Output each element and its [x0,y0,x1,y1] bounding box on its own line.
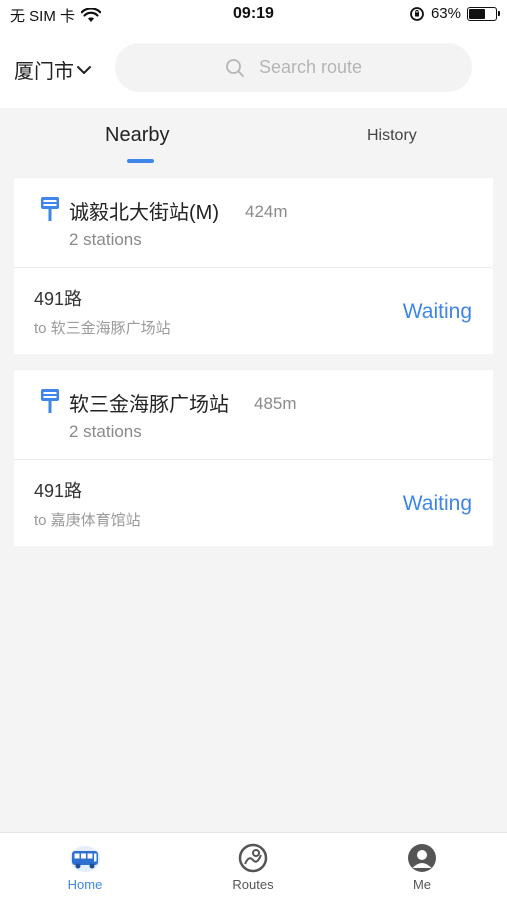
station-distance: 424m [245,202,288,221]
search-icon [226,58,244,77]
station-name: 诚毅北大街站(M) [69,202,219,224]
nav-me-label: Me [412,877,432,892]
tab-nearby[interactable]: Nearby [105,124,169,147]
station-distance: 485m [254,394,297,413]
battery-percent: 63% [430,5,461,22]
route-destination: to 软三金海豚广场站 [34,320,171,337]
status-right: 63% [409,5,500,22]
city-label: 厦门市 [14,61,74,83]
city-selector[interactable]: 厦门市 [14,55,92,84]
avatar-icon [408,844,436,872]
station-name: 软三金海豚广场站 [69,394,229,416]
route-status: Waiting [402,300,472,323]
tab-history[interactable]: History [367,127,417,145]
station-card: 软三金海豚广场站 485m 2 stations 491路 to 嘉庚体育馆站 … [14,370,493,546]
nav-routes[interactable]: Routes [213,843,293,892]
nav-me[interactable]: Me [382,843,462,892]
route-destination: to 嘉庚体育馆站 [34,512,141,529]
bus-stop-icon [41,389,59,413]
station-count: 2 stations [69,422,142,441]
nav-home[interactable]: Home [45,843,125,892]
status-bar: 无 SIM 卡 09:19 63% [0,0,507,30]
route-row[interactable]: 491路 to 嘉庚体育馆站 Waiting [14,460,493,546]
search-placeholder: Search route [258,57,363,77]
nav-home-label: Home [67,877,103,892]
active-tab-indicator [127,159,154,163]
battery-fill [469,8,486,19]
chevron-down-icon [77,65,91,74]
bottom-nav: Home Routes Me [0,832,507,900]
nav-routes-label: Routes [232,877,274,892]
orientation-lock-icon [410,6,424,21]
tab-bar-top: Nearby History [0,108,507,170]
station-card: 诚毅北大街站(M) 424m 2 stations 491路 to 软三金海豚广… [14,178,493,354]
battery-icon [467,6,500,21]
header: 厦门市 Search route [0,30,507,108]
bus-stop-icon [41,197,59,221]
bus-icon [70,846,100,872]
route-name: 491路 [34,481,83,501]
search-input[interactable]: Search route [115,43,472,92]
route-name: 491路 [34,289,83,309]
routes-icon [238,843,268,873]
route-status: Waiting [402,492,472,515]
station-count: 2 stations [69,230,142,249]
station-header[interactable]: 诚毅北大街站(M) 424m 2 stations [14,178,493,268]
station-header[interactable]: 软三金海豚广场站 485m 2 stations [14,370,493,460]
route-row[interactable]: 491路 to 软三金海豚广场站 Waiting [14,268,493,354]
